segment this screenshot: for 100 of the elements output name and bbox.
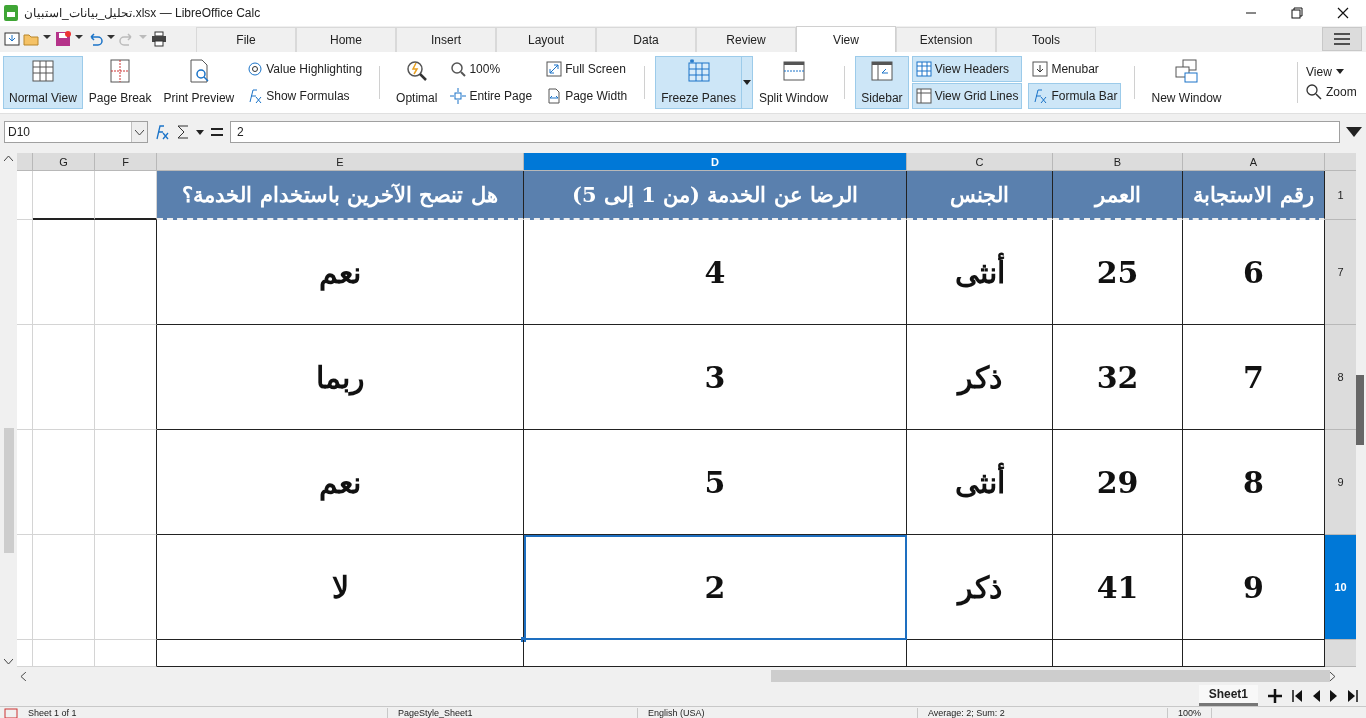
- windows-icon: [1174, 59, 1199, 83]
- table-cell: [95, 171, 157, 220]
- next-sheet-icon[interactable]: [1330, 689, 1338, 702]
- table-cell: 2: [524, 535, 907, 640]
- scrollbar-thumb[interactable]: [770, 670, 1331, 682]
- undo-icon[interactable]: [87, 31, 103, 47]
- restore-icon[interactable]: [1291, 7, 1303, 19]
- scrollbar-thumb[interactable]: [3, 427, 14, 553]
- column-header[interactable]: D: [524, 153, 907, 171]
- scroll-right-icon[interactable]: [1330, 671, 1336, 681]
- formula-icon: [1032, 87, 1049, 104]
- row-header[interactable]: 9: [1325, 430, 1356, 535]
- scroll-down-icon[interactable]: [4, 659, 13, 665]
- sidebar-handle[interactable]: [1356, 375, 1364, 445]
- formula-input[interactable]: 2: [230, 121, 1340, 143]
- fill-handle[interactable]: [521, 637, 526, 642]
- table-cell: [95, 640, 157, 667]
- ribbon-button[interactable]: Page Width: [542, 82, 632, 109]
- header-cell: رقم الاستجابة: [1183, 171, 1325, 220]
- freeze-grid-icon: [686, 59, 711, 83]
- sheet-tab[interactable]: Sheet1: [1198, 685, 1258, 706]
- new-document-icon[interactable]: [4, 31, 20, 47]
- column-header[interactable]: E: [157, 153, 524, 171]
- menu-tab[interactable]: Home: [296, 27, 396, 52]
- ribbon-button[interactable]: Entire Page: [446, 82, 537, 109]
- column-header[interactable]: A: [1183, 153, 1325, 171]
- ribbon-button[interactable]: Show Formulas: [243, 82, 367, 109]
- table-cell: 3: [524, 325, 907, 430]
- equals-icon[interactable]: [210, 127, 224, 137]
- name-box[interactable]: D10: [4, 121, 148, 143]
- app-icon: [4, 5, 18, 21]
- table-cell: أنثى: [907, 220, 1053, 325]
- first-sheet-icon[interactable]: [1292, 689, 1302, 702]
- header-cell: العمر: [1053, 171, 1183, 220]
- menu-tab[interactable]: Review: [696, 27, 796, 52]
- caret-icon[interactable]: [196, 129, 204, 135]
- ribbon-button[interactable]: Full Screen: [542, 56, 632, 83]
- menu-tab[interactable]: Extension: [896, 27, 996, 52]
- ribbon-button[interactable]: Value Highlighting: [243, 56, 367, 83]
- menu-tab[interactable]: View: [796, 26, 896, 52]
- view-menu-button[interactable]: View: [1306, 64, 1363, 79]
- status-text: Average: 2; Sum: 2: [918, 707, 1168, 718]
- ribbon-button[interactable]: View Grid Lines: [911, 82, 1023, 109]
- ribbon-button[interactable]: 100%: [446, 56, 537, 83]
- row-header[interactable]: 1: [1325, 171, 1356, 220]
- status-text: English (USA): [638, 707, 918, 718]
- table-cell: [17, 171, 33, 220]
- zoom-icon: [450, 61, 467, 78]
- scroll-left-icon[interactable]: [20, 671, 26, 681]
- status-text: 100%: [1168, 707, 1213, 718]
- row-header[interactable]: 7: [1325, 220, 1356, 325]
- table-cell: 4: [524, 220, 907, 325]
- column-header[interactable]: B: [1053, 153, 1183, 171]
- table-header-icon: [915, 61, 932, 78]
- close-icon[interactable]: [1337, 7, 1349, 19]
- ribbon-button[interactable]: Sidebar: [855, 56, 909, 109]
- row-header[interactable]: 10: [1325, 535, 1356, 640]
- menu-tab[interactable]: Layout: [496, 27, 596, 52]
- page-break-icon: [108, 59, 133, 83]
- menu-tab[interactable]: Insert: [396, 27, 496, 52]
- sidebar-icon: [869, 59, 894, 83]
- ribbon-button[interactable]: Split Window: [752, 56, 835, 109]
- scroll-up-icon[interactable]: [4, 155, 13, 161]
- column-header[interactable]: C: [907, 153, 1053, 171]
- header-cell: الرضا عن الخدمة (من 1 إلى 5): [524, 171, 907, 220]
- ribbon-button[interactable]: Menubar: [1028, 56, 1122, 83]
- zoom-button[interactable]: Zoom: [1306, 84, 1363, 101]
- last-sheet-icon[interactable]: [1348, 689, 1358, 702]
- menu-tab[interactable]: Tools: [996, 27, 1096, 52]
- ribbon-button[interactable]: New Window: [1145, 56, 1228, 109]
- caret-icon: [742, 80, 751, 85]
- sigma-icon[interactable]: [176, 124, 190, 140]
- grid-icon: [30, 59, 55, 83]
- expand-icon[interactable]: [1346, 127, 1362, 137]
- column-header[interactable]: F: [95, 153, 157, 171]
- table-cell: 29: [1053, 430, 1183, 535]
- add-icon[interactable]: [1268, 688, 1282, 703]
- ribbon-button[interactable]: View Headers: [911, 56, 1023, 83]
- ribbon-button[interactable]: Normal View: [3, 56, 83, 109]
- caret-icon: [1335, 69, 1344, 75]
- ribbon-button[interactable]: Print Preview: [157, 56, 241, 109]
- table-cell: 25: [1053, 220, 1183, 325]
- menu-tab[interactable]: Data: [596, 27, 696, 52]
- function-wizard-icon[interactable]: [154, 124, 170, 140]
- previous-sheet-icon[interactable]: [1312, 689, 1320, 702]
- save-icon[interactable]: [55, 31, 71, 47]
- chevron-down-icon[interactable]: [135, 129, 144, 135]
- row-header[interactable]: 8: [1325, 325, 1356, 430]
- save-status-icon: [4, 707, 18, 718]
- menu-button[interactable]: [1322, 27, 1362, 51]
- ribbon-button[interactable]: Page Break: [82, 56, 158, 109]
- formula-icon: [247, 87, 264, 104]
- column-header[interactable]: G: [33, 153, 95, 171]
- table-cell: 5: [524, 430, 907, 535]
- menu-tab[interactable]: File: [196, 27, 296, 52]
- ribbon-button[interactable]: Formula Bar: [1028, 82, 1122, 109]
- dropdown-button[interactable]: [740, 57, 752, 108]
- grid-lines-icon: [915, 87, 932, 104]
- ribbon-button[interactable]: Optimal: [390, 56, 444, 109]
- printer-icon[interactable]: [151, 31, 167, 47]
